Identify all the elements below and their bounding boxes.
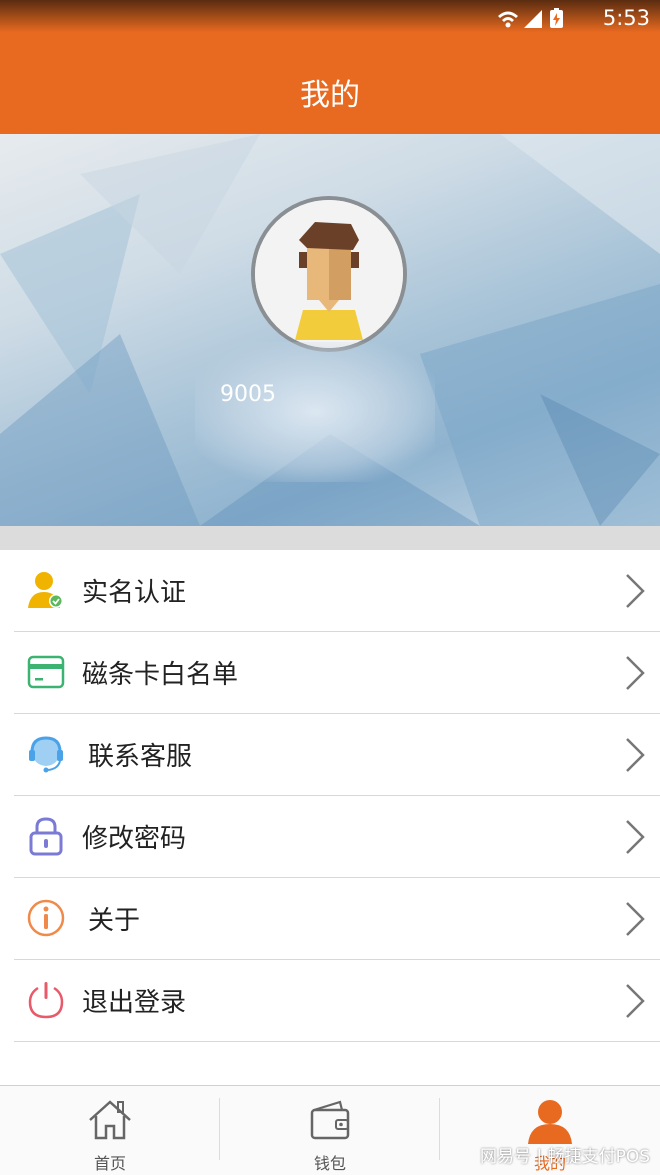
watermark: 网易号 | 畅捷支付POS <box>480 1147 650 1167</box>
chevron-right-icon <box>626 820 645 854</box>
user-verified-icon <box>28 572 63 608</box>
info-icon <box>27 899 65 937</box>
menu-item-label: 实名认证 <box>82 578 187 608</box>
person-icon <box>528 1100 572 1144</box>
avatar-face-icon <box>255 200 403 348</box>
app-header: 我的 <box>0 36 660 134</box>
battery-icon <box>550 8 563 28</box>
nav-label: 钱包 <box>313 1154 346 1173</box>
menu-item-logout[interactable]: 退出登录 <box>14 960 660 1042</box>
signal-icon <box>524 10 542 28</box>
blurred-region <box>195 342 435 482</box>
chevron-right-icon <box>626 656 645 690</box>
menu-item-change-password[interactable]: 修改密码 <box>14 796 660 878</box>
nav-tab-wallet[interactable]: 钱包 <box>220 1086 440 1175</box>
headset-icon <box>29 736 63 773</box>
home-icon <box>89 1100 131 1140</box>
chevron-right-icon <box>626 984 645 1018</box>
menu-item-real-name-verify[interactable]: 实名认证 <box>14 550 660 632</box>
status-icons <box>498 8 563 28</box>
section-divider <box>0 526 660 550</box>
menu-item-label: 退出登录 <box>82 988 187 1018</box>
menu-item-label: 修改密码 <box>82 824 187 854</box>
chevron-right-icon <box>626 738 645 772</box>
menu-item-label: 磁条卡白名单 <box>82 660 239 690</box>
menu-item-label: 关于 <box>88 906 141 936</box>
settings-menu: 实名认证 磁条卡白名单 联系客服 修改密码 关于 退出登录 <box>0 550 660 1042</box>
wallet-icon <box>310 1100 350 1140</box>
menu-item-label: 联系客服 <box>88 742 193 772</box>
chevron-right-icon <box>626 574 645 608</box>
nav-tab-home[interactable]: 首页 <box>0 1086 220 1175</box>
menu-item-customer-service[interactable]: 联系客服 <box>14 714 660 796</box>
menu-item-about[interactable]: 关于 <box>14 878 660 960</box>
menu-item-card-whitelist[interactable]: 磁条卡白名单 <box>14 632 660 714</box>
page-title: 我的 <box>300 78 360 113</box>
status-bar: 5:53 <box>0 0 660 36</box>
username: 9005 <box>220 382 276 407</box>
power-icon <box>28 982 64 1019</box>
lock-icon <box>29 817 63 856</box>
chevron-right-icon <box>626 902 645 936</box>
profile-banner: 9005 <box>0 134 660 526</box>
wifi-icon <box>498 11 518 28</box>
card-icon <box>27 655 65 689</box>
nav-label: 首页 <box>93 1154 126 1173</box>
avatar[interactable] <box>251 196 407 352</box>
status-time: 5:53 <box>602 6 650 30</box>
